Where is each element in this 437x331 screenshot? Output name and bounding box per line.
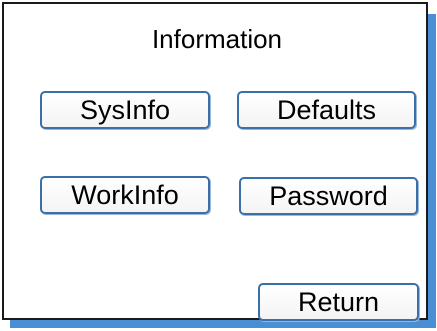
panel-shadow-bottom <box>10 320 436 328</box>
information-dialog: Information SysInfo Defaults WorkInfo Pa… <box>2 2 428 321</box>
panel-shadow-right <box>428 14 436 328</box>
defaults-button[interactable]: Defaults <box>237 91 416 129</box>
return-button[interactable]: Return <box>258 283 419 321</box>
password-button[interactable]: Password <box>239 177 418 215</box>
workinfo-button[interactable]: WorkInfo <box>40 176 210 214</box>
dialog-title: Information <box>151 24 283 54</box>
sysinfo-button[interactable]: SysInfo <box>40 91 210 129</box>
